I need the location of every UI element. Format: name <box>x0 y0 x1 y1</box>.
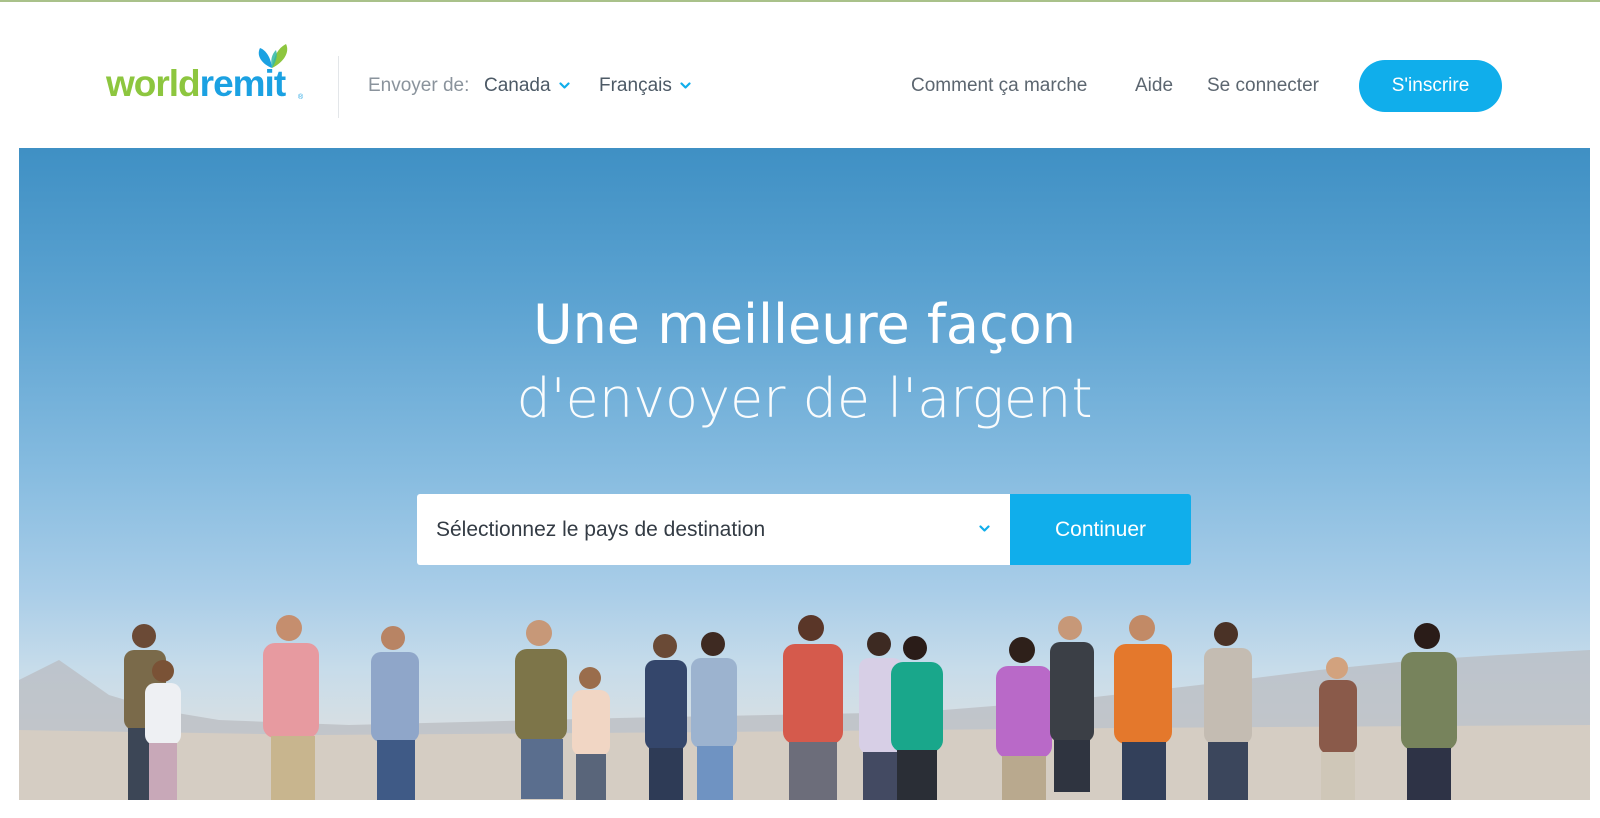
hero-title-line1: Une meilleure façon <box>533 293 1076 356</box>
signup-button[interactable]: S'inscrire <box>1359 60 1502 112</box>
logo-text-world: world <box>106 63 201 104</box>
logo-text-remit: remit <box>199 63 286 104</box>
person-silhouettes <box>124 615 1457 800</box>
nav-help-link[interactable]: Aide <box>1135 74 1173 98</box>
page-bottom-margin <box>0 800 1600 818</box>
hero-banner: Une meilleure façon d'envoyer de l'argen… <box>19 148 1590 800</box>
language-dropdown[interactable]: Français <box>599 74 691 98</box>
send-from-label: Envoyer de: <box>368 75 470 96</box>
chevron-down-icon <box>979 525 990 532</box>
chevron-down-icon <box>680 82 691 89</box>
send-from-country-dropdown[interactable]: Canada <box>484 74 570 98</box>
nav-how-it-works-link[interactable]: Comment ça marche <box>911 74 1087 98</box>
destination-country-select[interactable]: Sélectionnez le pays de destination <box>417 494 1010 565</box>
page-right-margin <box>1590 148 1600 800</box>
destination-select-placeholder: Sélectionnez le pays de destination <box>436 518 766 541</box>
country-value: Canada <box>484 75 551 96</box>
registered-mark: ® <box>298 94 304 101</box>
crowd-of-people-image <box>124 615 1457 800</box>
chevron-down-icon <box>558 82 570 89</box>
nav-login-link[interactable]: Se connecter <box>1207 74 1319 98</box>
header-divider <box>338 56 339 118</box>
language-value: Français <box>599 75 672 96</box>
site-header: worldremit ® Envoyer de: Canada Français… <box>0 2 1600 148</box>
worldremit-logo[interactable]: worldremit ® <box>106 42 311 106</box>
hero-title-line2: d'envoyer de l'argent <box>516 367 1093 430</box>
continue-button[interactable]: Continuer <box>1010 494 1191 565</box>
logo-wordmark: worldremit <box>106 63 286 104</box>
